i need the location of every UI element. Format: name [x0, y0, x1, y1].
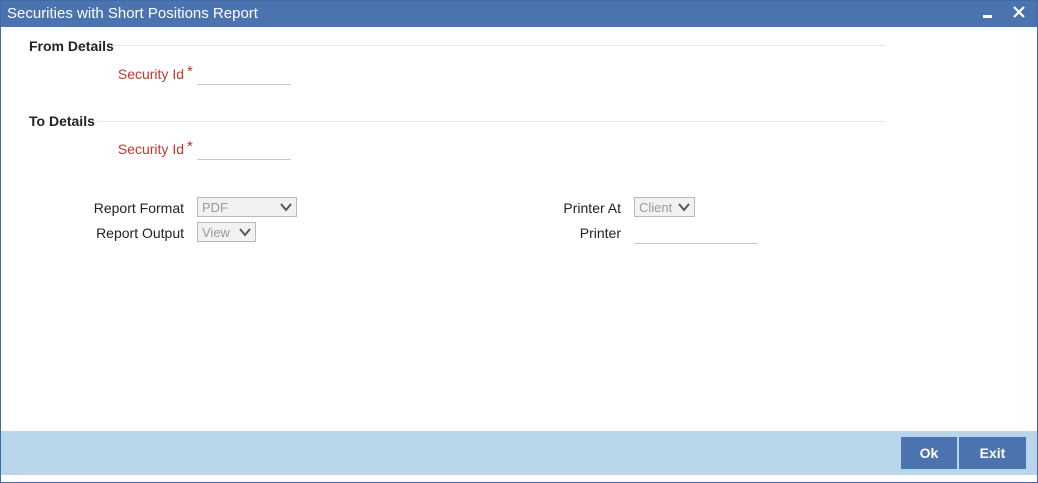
report-format-label: Report Format	[93, 200, 184, 216]
chevron-down-icon	[678, 203, 690, 212]
from-security-id-input[interactable]	[197, 66, 291, 85]
ok-button[interactable]: Ok	[901, 437, 957, 469]
report-format-value: PDF	[202, 200, 228, 215]
minimize-icon	[983, 15, 992, 18]
printer-at-value: Client	[639, 200, 673, 215]
from-security-id-required: *	[187, 63, 193, 80]
report-format-select[interactable]: PDF	[197, 197, 297, 217]
printer-at-label: Printer At	[563, 200, 621, 216]
window-title: Securities with Short Positions Report	[7, 5, 258, 22]
printer-input[interactable]	[634, 225, 758, 244]
printer-at-select[interactable]: Client	[634, 197, 695, 217]
title-bar: Securities with Short Positions Report	[1, 1, 1037, 27]
report-window: Securities with Short Positions Report F…	[0, 0, 1038, 483]
chevron-down-icon	[280, 203, 292, 212]
printer-label: Printer	[579, 225, 621, 241]
from-details-heading: From Details	[29, 38, 114, 54]
report-output-value: View	[202, 225, 230, 240]
from-details-divider	[113, 45, 885, 46]
chevron-down-icon	[239, 228, 251, 237]
to-details-heading: To Details	[29, 113, 95, 129]
exit-button[interactable]: Exit	[959, 437, 1026, 469]
to-details-divider	[97, 121, 885, 122]
minimize-button[interactable]	[975, 1, 999, 27]
to-security-id-input[interactable]	[197, 141, 291, 160]
close-button[interactable]	[1007, 1, 1031, 27]
footer-bar: Ok Exit	[1, 431, 1037, 475]
to-security-id-required: *	[187, 138, 193, 155]
from-security-id-label: Security Id	[117, 66, 184, 82]
report-output-label: Report Output	[96, 225, 184, 241]
report-output-select[interactable]: View	[197, 222, 256, 242]
to-security-id-label: Security Id	[117, 141, 184, 157]
close-icon	[1013, 6, 1025, 18]
